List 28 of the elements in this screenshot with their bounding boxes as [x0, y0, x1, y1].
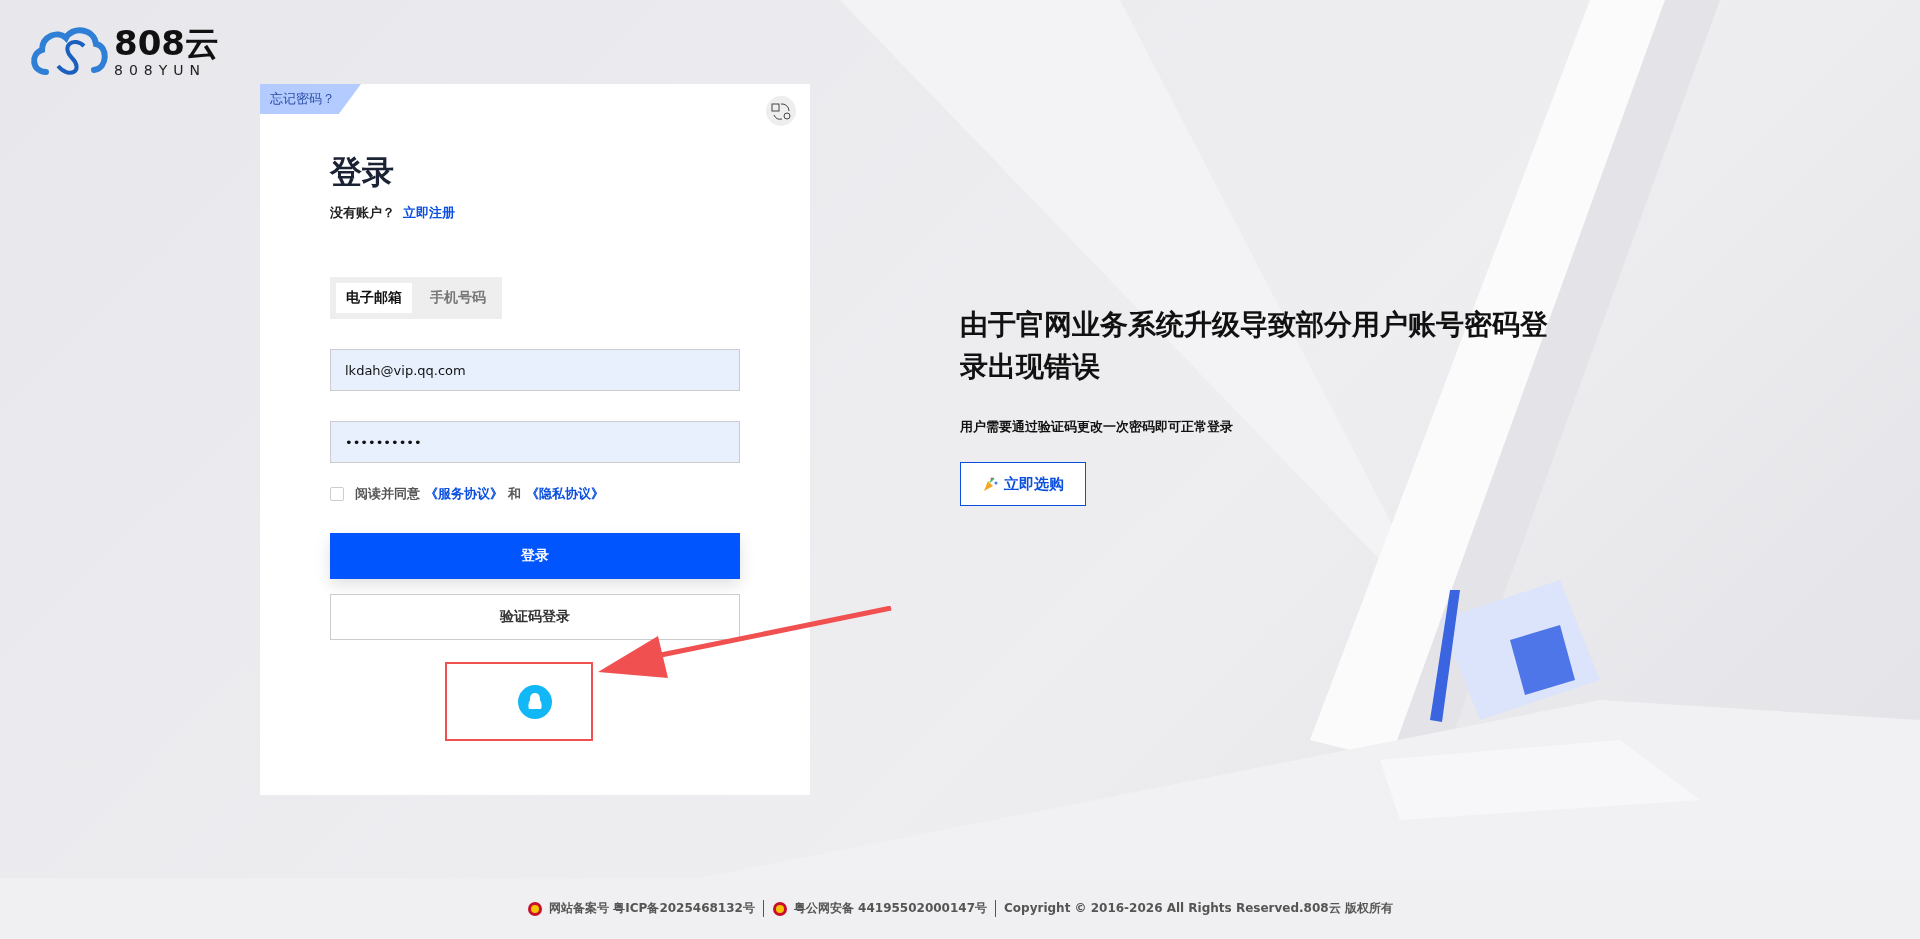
- login-tab[interactable]: 电子邮箱: [336, 283, 412, 313]
- penguin-icon[interactable]: [518, 684, 552, 719]
- footer-text: 粤公网安备 44195502000147号: [793, 900, 987, 917]
- emblem-icon: [527, 900, 544, 917]
- notice-text: 用户需要通过验证码更改一次密码即可正常登录: [960, 418, 1233, 436]
- service-agreement-link[interactable]: 《服务协议》: [425, 485, 503, 503]
- agreement-text: 阅读并同意: [355, 485, 420, 503]
- login-button[interactable]: 登录: [330, 533, 740, 579]
- login-tab[interactable]: 手机号码: [420, 283, 496, 313]
- email-field[interactable]: lkdah@vip.qq.com: [330, 349, 740, 391]
- agreement-checkbox[interactable]: [330, 487, 344, 501]
- logo-name: 808云: [114, 25, 219, 61]
- buy-now-button[interactable]: 立即选购: [960, 462, 1086, 506]
- code-login-button[interactable]: 验证码登录: [330, 594, 740, 640]
- privacy-agreement-link[interactable]: 《隐私协议》: [526, 485, 604, 503]
- emblem-icon: [771, 900, 788, 917]
- footer-text: Copyright © 2016-2026 All Rights Reserved.808云 版权所有: [1004, 900, 1393, 917]
- logo-subtitle: 808YUN: [114, 61, 207, 79]
- notice-heading: 由于官网业务系统升级导致部分用户账号密码登录出现错误: [960, 307, 1549, 385]
- party-popper-icon: [982, 476, 998, 492]
- agreement-connector: 和: [508, 485, 521, 503]
- footer-text: 网站备案号 粤ICP备2025468132号: [549, 900, 755, 917]
- qr-switch-icon[interactable]: [766, 96, 796, 126]
- forgot-password-link[interactable]: 忘记密码？: [260, 84, 361, 114]
- login-title: 登录: [330, 152, 394, 193]
- register-link[interactable]: 立即注册: [403, 204, 455, 222]
- register-prompt: 没有账户？: [330, 204, 395, 222]
- password-field[interactable]: ••••••••••: [330, 421, 740, 463]
